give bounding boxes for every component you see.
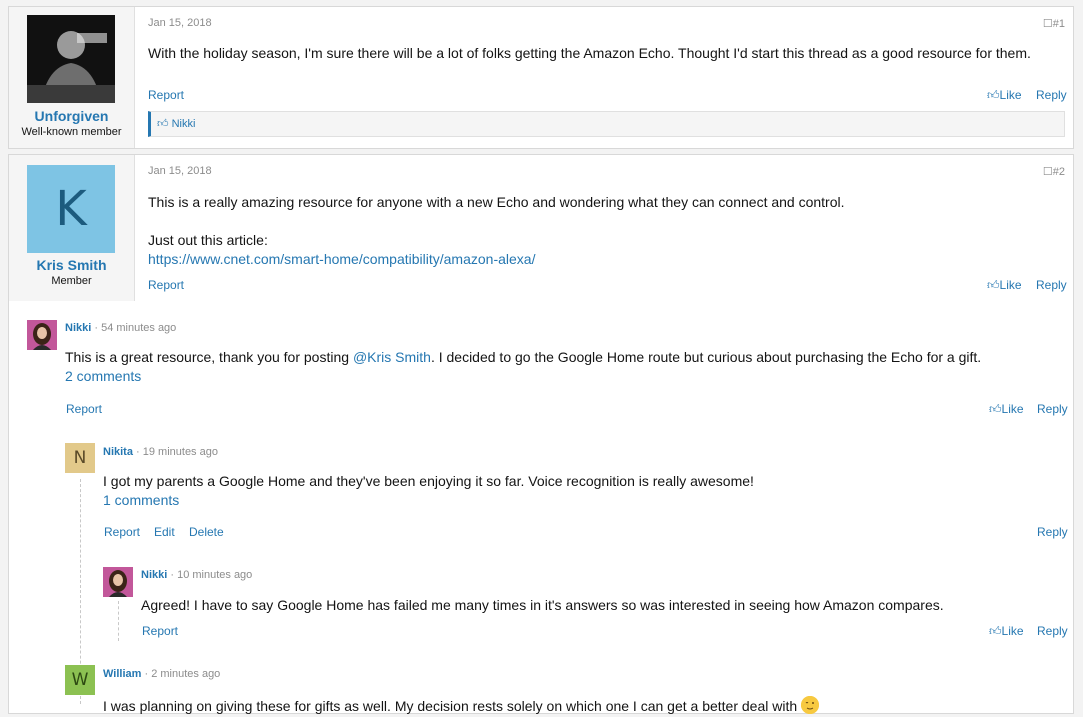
post-1-number-text: #1 [1052, 18, 1065, 30]
avatar[interactable]: N [65, 443, 95, 473]
post-2-username[interactable]: Kris Smith [9, 257, 134, 273]
post-2-like-label: Like [999, 278, 1022, 292]
post-2-reply-button[interactable]: Reply [1036, 278, 1067, 292]
comment-3-meta: Nikki · 10 minutes ago [141, 569, 252, 581]
comment-1-reply-button[interactable]: Reply [1037, 402, 1068, 416]
avatar[interactable] [27, 15, 115, 103]
post-2-content: Jan 15, 2018 ☐#2 This is a really amazin… [135, 155, 1073, 301]
post-1-liked-by[interactable]: Nikki [172, 118, 196, 130]
post-1-like-label: Like [999, 88, 1022, 102]
comment-3-report-button[interactable]: Report [142, 624, 178, 638]
comment-1-text: This is a great resource, thank you for … [65, 349, 981, 365]
comment-3-like-button[interactable]: 👍︎Like [989, 624, 1024, 639]
thumbs-up-icon: 👍︎ [989, 402, 1002, 416]
post-2-number[interactable]: ☐#2 [1043, 165, 1065, 178]
comment-1-meta: Nikki · 54 minutes ago [65, 322, 176, 334]
post-1-username[interactable]: Unforgiven [9, 108, 134, 124]
comment-1-like-button[interactable]: 👍︎Like [989, 402, 1024, 417]
avatar-photo [103, 567, 133, 597]
post-2-author-panel: K Kris Smith Member [9, 155, 135, 301]
post-1-author-panel: Unforgiven Well-known member [9, 7, 135, 148]
post-1-date[interactable]: Jan 15, 2018 [148, 17, 212, 29]
comment-2-report-button[interactable]: Report [104, 525, 140, 539]
avatar[interactable]: K [27, 165, 115, 253]
comment-2-delete-button[interactable]: Delete [189, 525, 224, 539]
comment-1-text-after: . I decided to go the Google Home route … [430, 349, 982, 365]
post-1-text: With the holiday season, I'm sure there … [148, 45, 1031, 61]
avatar-letter: K [55, 181, 87, 237]
thumbs-up-icon: 👍︎ [987, 88, 1000, 102]
comment-3-author[interactable]: Nikki [141, 569, 167, 581]
post-1-number[interactable]: ☐#1 [1043, 17, 1065, 30]
bookmark-icon: ☐ [1042, 18, 1053, 30]
thumbs-up-icon: 👍︎ [987, 278, 1000, 292]
comment-2-meta: Nikita · 19 minutes ago [103, 446, 218, 458]
avatar-letter: W [71, 670, 89, 690]
comment-4-time: · 2 minutes ago [144, 668, 221, 680]
comment-1-like-label: Like [1001, 402, 1024, 416]
comment-4-author[interactable]: William [103, 668, 141, 680]
comment-3-text: Agreed! I have to say Google Home has fa… [141, 597, 944, 613]
comment-1-comments-link[interactable]: 2 comments [65, 368, 141, 384]
comment-thread: Nikki · 54 minutes ago This is a great r… [8, 301, 1074, 714]
comment-3-time: · 10 minutes ago [170, 569, 253, 581]
post-1-report-button[interactable]: Report [148, 88, 184, 102]
post-2: K Kris Smith Member Jan 15, 2018 ☐#2 Thi… [8, 154, 1074, 302]
avatar-photo [27, 15, 115, 103]
avatar-photo [27, 320, 57, 350]
post-2-article-link[interactable]: https://www.cnet.com/smart-home/compatib… [148, 251, 535, 267]
post-1-usertitle: Well-known member [21, 126, 122, 138]
comment-2-edit-button[interactable]: Edit [154, 525, 175, 539]
comment-1-text-before: This is a great resource, thank you for … [65, 349, 353, 365]
comment-1-report-button[interactable]: Report [66, 402, 102, 416]
thumbs-up-icon: 👍︎ [157, 118, 169, 130]
comment-4-text-body: I was planning on giving these for gifts… [103, 698, 798, 714]
post-2-text: This is a really amazing resource for an… [148, 194, 845, 210]
comment-1-mention[interactable]: @Kris Smith [353, 349, 431, 365]
comment-2-time: · 19 minutes ago [136, 446, 218, 458]
post-2-like-button[interactable]: 👍︎Like [987, 278, 1022, 293]
comment-4-text: I was planning on giving these for gifts… [103, 696, 820, 714]
comment-2-reply-button[interactable]: Reply [1037, 525, 1068, 539]
avatar[interactable] [27, 320, 57, 350]
comment-2-author[interactable]: Nikita [103, 446, 133, 458]
post-2-date[interactable]: Jan 15, 2018 [148, 165, 212, 177]
post-2-text-2: Just out this article: [148, 232, 268, 248]
winking-face-icon [801, 696, 820, 714]
thumbs-up-icon: 👍︎ [989, 624, 1002, 638]
post-1-likes-bar: 👍︎ Nikki [148, 111, 1065, 137]
post-1-content: Jan 15, 2018 ☐#1 With the holiday season… [135, 7, 1073, 148]
comment-2-text: I got my parents a Google Home and they'… [103, 473, 754, 489]
avatar[interactable]: W [65, 665, 95, 695]
post-1-like-button[interactable]: 👍︎Like [987, 88, 1022, 103]
post-2-usertitle: Member [51, 275, 92, 287]
comment-3-like-label: Like [1001, 624, 1024, 638]
thread-line [118, 601, 119, 641]
post-1-reply-button[interactable]: Reply [1036, 88, 1067, 102]
post-1: Unforgiven Well-known member Jan 15, 201… [8, 6, 1074, 149]
avatar-letter: N [73, 448, 87, 468]
bookmark-icon: ☐ [1042, 166, 1053, 178]
comment-3-reply-button[interactable]: Reply [1037, 624, 1068, 638]
comment-1-time: · 54 minutes ago [94, 322, 177, 334]
comment-4-meta: William · 2 minutes ago [103, 668, 220, 680]
post-2-number-text: #2 [1052, 166, 1065, 178]
comment-2-comments-link[interactable]: 1 comments [103, 492, 179, 508]
post-2-report-button[interactable]: Report [148, 278, 184, 292]
avatar[interactable] [103, 567, 133, 597]
comment-1-author[interactable]: Nikki [65, 322, 91, 334]
